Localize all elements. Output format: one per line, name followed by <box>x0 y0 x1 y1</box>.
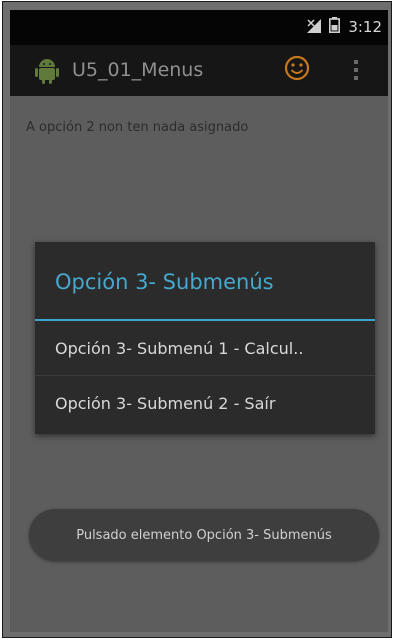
app-title: U5_01_Menus <box>72 59 204 81</box>
overflow-dot <box>354 68 358 72</box>
submenu-dialog: Opción 3- Submenús Opción 3- Submenú 1 -… <box>35 242 375 434</box>
submenu-item-1[interactable]: Opción 3- Submenú 1 - Calcul.. <box>35 322 375 376</box>
action-bar: U5_01_Menus <box>10 45 388 96</box>
smiley-icon <box>284 55 310 85</box>
dialog-title: Opción 3- Submenús <box>55 270 274 294</box>
android-icon[interactable] <box>34 57 60 89</box>
smiley-action-button[interactable] <box>280 53 314 87</box>
signal-icon <box>307 18 322 37</box>
main-content: A opción 2 non ten nada asignado Opción … <box>10 96 388 632</box>
battery-icon <box>329 17 341 37</box>
overflow-dot <box>354 60 358 64</box>
content-message: A opción 2 non ten nada asignado <box>26 120 249 135</box>
overflow-menu-button[interactable] <box>346 55 366 85</box>
dialog-divider <box>35 319 375 321</box>
status-icons: 3:12 <box>307 16 382 38</box>
status-time: 3:12 <box>348 18 382 36</box>
overflow-dot <box>354 76 358 80</box>
device-screen: 3:12 U5_01_Menus A opción 2 non ten nada… <box>2 1 392 638</box>
status-bar: 3:12 <box>10 10 388 45</box>
toast-message: Pulsado elemento Opción 3- Submenús <box>29 509 379 561</box>
submenu-item-2[interactable]: Opción 3- Submenú 2 - Saír <box>35 376 375 430</box>
